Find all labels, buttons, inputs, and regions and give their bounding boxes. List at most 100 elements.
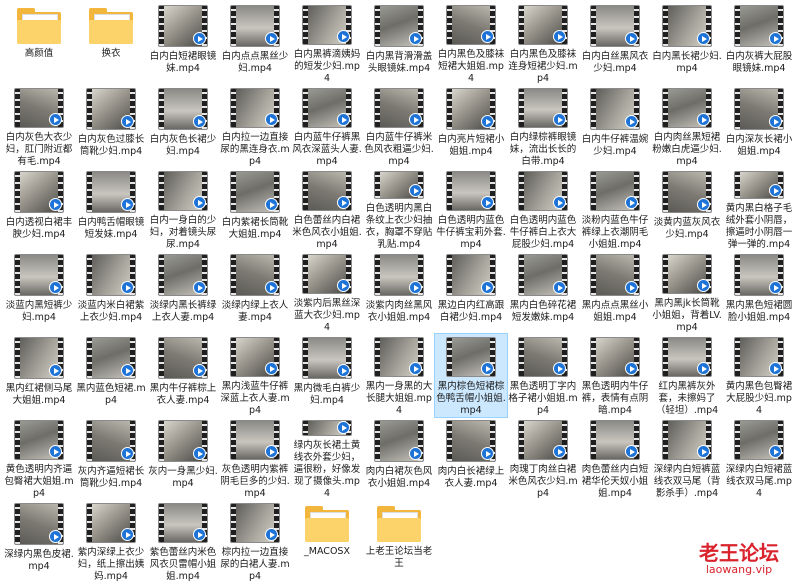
video-file-item[interactable]: 白内拉一边直接尿的黑连身衣.mp4 [219, 85, 291, 168]
video-file-item[interactable]: 白内黑色及膝袜连身短裙少妇.mp4 [507, 2, 579, 85]
video-file-item[interactable]: 淡绿内黑长裤绿上衣人妻.mp4 [147, 251, 219, 334]
video-thumbnail [662, 254, 712, 294]
video-thumbnail [734, 171, 784, 199]
video-file-item[interactable]: 白内紫裙长筒靴大姐姐.mp4 [219, 168, 291, 251]
file-name-label: 黑边白内红高跟白裙少妇.mp4 [437, 300, 505, 323]
folder-item[interactable]: 高颜值 [3, 2, 75, 85]
video-file-item[interactable]: 灰内齐逼短裙长筒靴少妇.mp4 [75, 417, 147, 500]
video-file-item[interactable]: 白内黑长裙少妇.mp4 [651, 2, 723, 85]
video-file-item[interactable]: 白内牛仔裤温婉少妇.mp4 [579, 85, 651, 168]
video-file-item[interactable]: 白内白短裙眼镜妹.mp4 [147, 2, 219, 85]
file-name-label: 白内灰色过膝长筒靴少妇.mp4 [77, 134, 145, 157]
video-file-item[interactable]: 白内灰色过膝长筒靴少妇.mp4 [75, 85, 147, 168]
video-file-item[interactable]: 绿内灰长裙土黄线衣外套少妇，逼很粉，好像发现了摄像头.mp4 [291, 417, 363, 500]
play-icon [265, 528, 278, 541]
video-thumbnail [14, 254, 64, 296]
video-file-item[interactable]: 黑内红裙侧马尾大姐姐.mp4 [3, 334, 75, 417]
video-file-item[interactable]: 白色透明内蓝色牛仔裤白上衣大屁股少妇.mp4 [507, 168, 579, 251]
video-file-item[interactable]: 淡粉内蓝色牛仔裤绿上衣潮阴毛小姐姐.mp4 [579, 168, 651, 251]
video-file-item[interactable]: 白内亮片短裙小姐姐.mp4 [435, 85, 507, 168]
play-icon [265, 198, 278, 211]
video-file-item[interactable]: 白色蕾丝内白裙米色风衣小姐姐.mp4 [291, 168, 363, 251]
file-grid: 高颜值 换衣 白内白短裙眼镜妹.mp4 白内点点黑丝少妇.mp4 白内黑裤滴姨妈的短发少… [3, 2, 795, 583]
play-icon [553, 196, 566, 209]
video-file-item[interactable]: 白内灰裤大屁股眼镜妹.mp4 [723, 2, 795, 85]
video-file-item[interactable]: 白内绿棕裤眼镜妹，流出长长的白带.mp4 [507, 85, 579, 168]
video-file-item[interactable]: 白内灰色大衣少妇，肛门附近都有毛.mp4 [3, 85, 75, 168]
video-file-item[interactable]: 白内透视白裙丰腴少妇.mp4 [3, 168, 75, 251]
video-file-item[interactable]: 白内蓝牛仔裤米色风衣粗逼少妇.mp4 [363, 85, 435, 168]
video-file-item[interactable]: 肉内白长裙绿上衣人妻.mp4 [435, 417, 507, 500]
play-icon [193, 364, 206, 377]
play-icon [49, 281, 62, 294]
file-name-label: 深绿内黑色皮裙.mp4 [4, 549, 74, 572]
video-file-item[interactable]: 淡紫内后黑丝深蓝大衣少妇.mp4 [291, 251, 363, 334]
play-icon [625, 32, 638, 45]
video-file-item[interactable]: 黑内黑jk长筒靴小姐姐，背着LV.mp4 [651, 251, 723, 334]
play-icon [769, 362, 782, 375]
video-file-item[interactable]: 深绿内白短裙蓝线衣双马尾.mp4 [723, 417, 795, 500]
video-file-item[interactable]: 黄色透明内齐逼包臀裙大姐姐.mp4 [3, 417, 75, 500]
video-thumbnail [302, 420, 352, 436]
video-file-item[interactable]: 深绿内白短裤蓝线衣双马尾（背影杀手）.mp4 [651, 417, 723, 500]
video-file-item[interactable]: 黄内黑色包臀裙大屁股少妇.mp4 [723, 334, 795, 417]
video-file-item[interactable]: 淡紫内肉丝黑风衣小姐姐.mp4 [363, 251, 435, 334]
video-file-item[interactable]: 白内肉丝黑短裙粉嫩白虎逼少妇.mp4 [651, 85, 723, 168]
video-file-item[interactable]: 淡蓝内米白裙紫上衣少妇.mp4 [75, 251, 147, 334]
video-file-item[interactable]: 白内灰色长裙少妇.mp4 [147, 85, 219, 168]
folder-item[interactable]: 上老王论坛当老王 [363, 500, 435, 583]
video-file-item[interactable]: 白内点点黑丝少妇.mp4 [219, 2, 291, 85]
video-thumbnail [374, 254, 424, 296]
video-file-item[interactable]: 红内黑裤灰外套，未擦妈了（轻坦）.mp4 [651, 334, 723, 417]
video-file-item[interactable]: 紫色蕾丝内米色风衣贝雷帽小姐姐.mp4 [147, 500, 219, 583]
video-file-item[interactable]: 灰内一身黑少妇.mp4 [147, 417, 219, 500]
video-file-item[interactable]: 黑内浅蓝牛仔裤深蓝上衣人妻.mp4 [219, 334, 291, 417]
video-file-item[interactable]: 淡蓝内黑短裤少妇.mp4 [3, 251, 75, 334]
play-icon [769, 184, 782, 197]
video-file-item[interactable]: 白内白丝黑风衣少妇.mp4 [579, 2, 651, 85]
video-file-item[interactable]: 白内黑色及膝袜短裙大姐姐.mp4 [435, 2, 507, 85]
video-file-item[interactable]: 肉色蕾丝内白短裙华伦天奴小姐姐.mp4 [579, 417, 651, 500]
video-thumbnail [86, 88, 136, 130]
video-thumbnail [734, 337, 784, 377]
folder-item[interactable]: 换衣 [75, 2, 147, 85]
video-file-item[interactable]: 黑内牛仔裤棕上衣人妻.mp4 [147, 334, 219, 417]
video-file-item[interactable]: 灰色透明内紫裤阴毛巨多的少妇.mp4 [219, 417, 291, 500]
video-thumbnail [590, 88, 640, 130]
video-file-item[interactable]: 肉内白裙灰色风衣小姐姐.mp4 [363, 417, 435, 500]
video-file-item[interactable]: 黑内白色碎花裙短发嫩妹.mp4 [507, 251, 579, 334]
file-name-label: 淡粉内蓝色牛仔裤绿上衣潮阴毛小姐姐.mp4 [581, 215, 649, 250]
video-file-item[interactable]: 白内鸭舌帽眼镜短发妹.mp4 [75, 168, 147, 251]
video-file-item[interactable]: 白内黑裤滴姨妈的短发少妇.mp4 [291, 2, 363, 85]
video-file-item[interactable]: 白内一身白的少妇，对着镜头尿尿.mp4 [147, 168, 219, 251]
video-file-item[interactable]: 棕内拉一边直接尿的白裙人妻.mp4 [219, 500, 291, 583]
video-file-item[interactable]: 黑内棕色短裙棕色鸭舌帽小姐姐.mp4 [434, 333, 508, 418]
video-thumbnail [86, 171, 136, 213]
video-file-item[interactable]: 黑边白内红高跟白裙少妇.mp4 [435, 251, 507, 334]
video-file-item[interactable]: 淡黄内蓝灰风衣少妇.mp4 [651, 168, 723, 251]
file-name-label: 黑内蓝色短裙.mp4 [76, 383, 146, 406]
video-file-item[interactable]: 白色透明内黑白条纹上衣少妇抽衣，胸罩不穿贴乳贴.mp4 [363, 168, 435, 251]
video-file-item[interactable]: 淡绿内绿上衣人妻.mp4 [219, 251, 291, 334]
video-file-item[interactable]: 深绿内黑色皮裙.mp4 [3, 500, 75, 583]
video-thumbnail [518, 5, 568, 45]
video-file-item[interactable]: 黑内微毛白裤少妇.mp4 [291, 334, 363, 417]
video-file-item[interactable]: 肉瑰丁肉丝白裙米色风衣少妇.mp4 [507, 417, 579, 500]
video-file-item[interactable]: 白色透明内蓝色牛仔裤宝莉外套.mp4 [435, 168, 507, 251]
video-file-item[interactable]: 白内黑背滑滑盖头眼镜妹.mp4 [363, 2, 435, 85]
video-file-item[interactable]: 黑内蓝色短裙.mp4 [75, 334, 147, 417]
video-file-item[interactable]: 黄内黑白格子毛绒外套小阴唇，擦逼时小阴唇一弹一弹的.mp4 [723, 168, 795, 251]
video-file-item[interactable]: 黑内点点黑丝小姐姐.mp4 [579, 251, 651, 334]
video-thumbnail [518, 337, 568, 377]
video-file-item[interactable]: 黑色透明内牛仔裤，表情有点阴暗.mp4 [579, 334, 651, 417]
video-thumbnail [662, 420, 712, 460]
folder-item[interactable]: _MACOSX [291, 500, 363, 583]
video-file-item[interactable]: 白内蓝牛仔裤黑风衣深蓝头人妻.mp4 [291, 85, 363, 168]
video-file-item[interactable]: 黑内一身黑的大长腿大姐姐.mp4 [363, 334, 435, 417]
video-file-item[interactable]: 紫内深绿上衣少妇，纸上擦出姨妈.mp4 [75, 500, 147, 583]
video-file-item[interactable]: 黑内黑色短裙圆脸小姐姐.mp4 [723, 251, 795, 334]
play-icon [409, 184, 422, 197]
play-icon [481, 115, 494, 128]
video-file-item[interactable]: 白内深灰长裙小姐姐.mp4 [723, 85, 795, 168]
video-file-item[interactable]: 黑色透明丁字内格子裙小姐姐.mp4 [507, 334, 579, 417]
